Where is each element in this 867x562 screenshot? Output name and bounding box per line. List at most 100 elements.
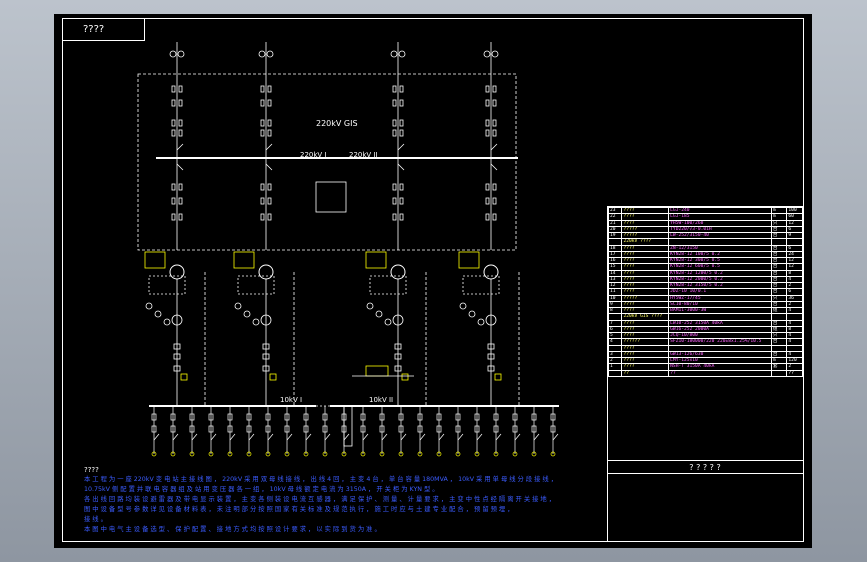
- switch-symbol: [178, 85, 183, 93]
- switch-symbol: [392, 85, 397, 93]
- feeder-disconnector: [172, 433, 179, 441]
- switch-symbol: [267, 129, 272, 137]
- switch-symbol: [399, 119, 404, 127]
- equipment-cell: ??: [621, 369, 670, 377]
- hv-bay: [483, 42, 499, 250]
- switch-symbol: [178, 99, 183, 107]
- switch-symbol: [485, 119, 490, 127]
- switch-symbol: [171, 85, 176, 93]
- feeder-disconnector: [267, 433, 274, 441]
- switch-symbol: [485, 197, 490, 205]
- feeder-disconnector: [362, 433, 369, 441]
- lv-feeder: [493, 406, 502, 457]
- switch-symbol: [392, 183, 397, 191]
- notes-line: 各 出 线 回 路 均 装 设 避 雷 器 及 带 电 显 示 装 置 ， 主 …: [84, 496, 556, 503]
- notes-line: 图 中 设 备 型 号 参 数 详 见 设 备 材 料 表 ， 未 注 明 部 …: [84, 506, 514, 513]
- equipment-cell: 220kV GIS ????: [621, 313, 670, 321]
- capacitor-symbol: [154, 310, 162, 318]
- lv-feeder: [303, 406, 312, 457]
- capacitor-symbol: [477, 318, 485, 326]
- switch-symbol: [399, 85, 404, 93]
- switch-symbol: [492, 119, 497, 127]
- lv-feeder: [474, 406, 483, 457]
- notes-line: 接 线 。: [84, 516, 107, 523]
- feeder-disconnector: [324, 433, 331, 441]
- disconnector-symbol: [490, 143, 498, 151]
- transformer-bay: [458, 251, 520, 406]
- lv-feeder: [341, 406, 350, 457]
- switch-symbol: [178, 183, 183, 191]
- line-ct-symbol: [390, 50, 398, 58]
- switch-symbol: [485, 213, 490, 221]
- switch-symbol: [260, 197, 265, 205]
- notes-line: 10.75kV 侧 配 置 并 联 电 容 器 组 及 站 用 变 压 器 各 …: [84, 486, 439, 493]
- arrester-symbol: [180, 373, 188, 381]
- switch-symbol: [178, 129, 183, 137]
- capacitor-symbol: [163, 318, 171, 326]
- switch-symbol: [260, 129, 265, 137]
- switch-symbol: [171, 213, 176, 221]
- lv-feeder: [360, 406, 369, 457]
- switch-symbol: [267, 99, 272, 107]
- hv-bay: [390, 42, 406, 250]
- arrester-symbol: [269, 373, 277, 381]
- lv-bus-right-label: 10kV II: [369, 396, 394, 404]
- gis-enclosure: [137, 73, 517, 251]
- lv-feeder: [512, 406, 521, 457]
- feeder-disconnector: [343, 433, 350, 441]
- disconnector-symbol: [490, 163, 498, 171]
- switch-symbol: [260, 183, 265, 191]
- bus-tie: [315, 181, 347, 213]
- neutral-box: [365, 251, 387, 269]
- lv-feeder: [284, 406, 293, 457]
- switch-symbol: [492, 99, 497, 107]
- disconnector-symbol: [397, 163, 405, 171]
- switch-symbol: [492, 129, 497, 137]
- switch-symbol: [399, 183, 404, 191]
- line-ct-symbol: [491, 50, 499, 58]
- line-ct-symbol: [266, 50, 274, 58]
- switch-symbol: [392, 99, 397, 107]
- switch-symbol: [171, 99, 176, 107]
- transformer-bay: [365, 251, 427, 406]
- switch-symbol: [267, 197, 272, 205]
- feeder-disconnector: [229, 433, 236, 441]
- feeder-disconnector: [533, 433, 540, 441]
- lv-feeder: [531, 406, 540, 457]
- equipment-cell: [607, 369, 623, 377]
- disconnector-symbol: [265, 143, 273, 151]
- switch-symbol: [178, 213, 183, 221]
- hv-bay: [169, 42, 185, 250]
- switch-symbol: [171, 197, 176, 205]
- feeder-disconnector: [305, 433, 312, 441]
- switch-symbol: [260, 99, 265, 107]
- switch-symbol: [267, 85, 272, 93]
- transformer-group: [144, 251, 520, 406]
- switch-symbol: [171, 119, 176, 127]
- equipment-table-title: ? ? ? ? ?: [607, 460, 803, 474]
- gis-label: 220kV GIS: [316, 119, 358, 128]
- switch-symbol: [399, 197, 404, 205]
- capacitor-symbol: [145, 302, 153, 310]
- hv-bus-right-label: 220kV II: [349, 151, 378, 159]
- disconnector-symbol: [397, 143, 405, 151]
- switch-symbol: [171, 129, 176, 137]
- equipment-row: ??????: [607, 369, 803, 377]
- lv-feeder: [379, 406, 388, 457]
- hv-bus-left-label: 220kV I: [300, 151, 327, 159]
- notes-line: 本 工 程 为 一 座 220kV 变 电 站 主 接 线 图 ， 220kV …: [84, 476, 558, 483]
- lv-feeder: [227, 406, 236, 457]
- capacitor-symbol: [459, 302, 467, 310]
- lv-bus-left-label: 10kV I: [280, 396, 303, 404]
- station-service: [365, 365, 389, 377]
- feeder-disconnector: [419, 433, 426, 441]
- lv-feeder: [417, 406, 426, 457]
- switch-symbol: [178, 119, 183, 127]
- feeder-disconnector: [438, 433, 445, 441]
- lv-feeder: [322, 406, 331, 457]
- switch-symbol: [260, 119, 265, 127]
- feeder-disconnector: [552, 433, 559, 441]
- switch-symbol: [399, 213, 404, 221]
- line-ct-symbol: [258, 50, 266, 58]
- switch-symbol: [399, 129, 404, 137]
